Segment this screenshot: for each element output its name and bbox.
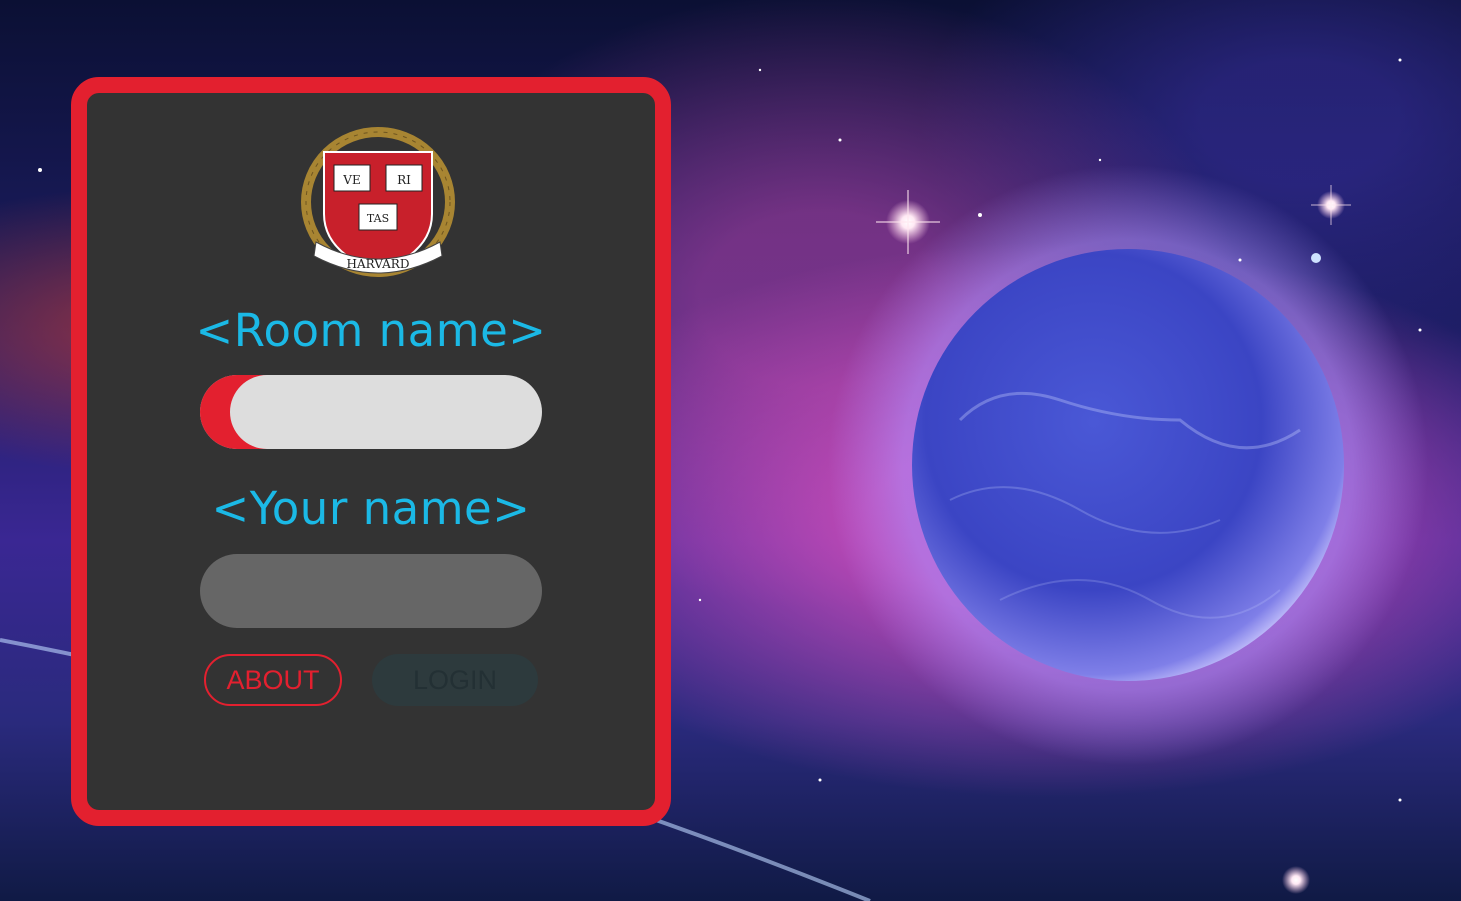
your-name-label: <Your name> (211, 482, 531, 535)
svg-text:HARVARD: HARVARD (347, 257, 410, 271)
login-button[interactable]: LOGIN (372, 654, 538, 706)
login-card: VE RI TAS HARVARD <Room name> <Your name… (71, 77, 671, 826)
svg-text:TAS: TAS (367, 212, 389, 225)
room-name-input[interactable] (200, 375, 542, 449)
planet (912, 249, 1344, 681)
harvard-crest-logo: VE RI TAS HARVARD (301, 127, 455, 277)
svg-text:VE: VE (342, 173, 360, 187)
your-name-input[interactable] (200, 554, 542, 628)
svg-text:RI: RI (397, 173, 411, 187)
room-name-label: <Room name> (195, 304, 547, 357)
about-button[interactable]: ABOUT (204, 654, 342, 706)
